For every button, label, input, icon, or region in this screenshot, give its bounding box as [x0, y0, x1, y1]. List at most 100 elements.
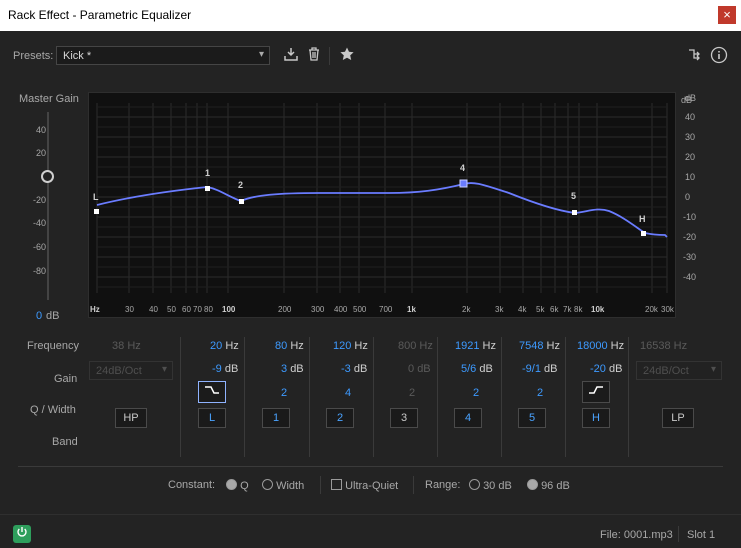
db-axis-tick: -20	[683, 232, 697, 242]
band-marker-2-handle	[239, 199, 244, 204]
band-marker-2[interactable]: 2	[238, 180, 243, 190]
l-band-button[interactable]: L	[198, 408, 226, 428]
band3-q-value[interactable]: 2	[409, 387, 415, 399]
l-frequency-unit: Hz	[225, 340, 239, 352]
close-button[interactable]: ×	[718, 6, 736, 24]
band5-gain[interactable]: -9/1 dB	[522, 363, 558, 375]
band-marker-l[interactable]: L	[93, 192, 99, 202]
band1-q-value[interactable]: 2	[281, 387, 287, 399]
hz-axis-label: 400	[334, 305, 348, 314]
hz-axis-label: 70	[193, 305, 202, 314]
band4-gain[interactable]: 5/6 dB	[461, 363, 493, 375]
constant-width-radio[interactable]: Width	[262, 479, 304, 492]
band1-gain-unit: dB	[290, 363, 304, 375]
power-button[interactable]	[13, 525, 31, 543]
band3-frequency-unit: Hz	[419, 340, 433, 352]
lp-band-button[interactable]: LP	[662, 408, 694, 428]
divider	[18, 466, 723, 467]
divider	[329, 47, 330, 65]
band5-q-value[interactable]: 2	[537, 387, 543, 399]
db-axis-unit: dB	[685, 93, 697, 103]
band-marker-1[interactable]: 1	[205, 168, 210, 178]
chevron-down-icon: ▾	[161, 364, 167, 375]
band1-frequency-value: 80	[275, 340, 288, 352]
band5-frequency[interactable]: 7548 Hz	[519, 340, 560, 352]
band-divider	[309, 337, 310, 457]
band2-gain[interactable]: -3 dB	[341, 363, 367, 375]
band-divider	[180, 337, 181, 457]
download-icon[interactable]	[282, 46, 300, 64]
star-icon[interactable]	[338, 46, 356, 64]
master-gain-value[interactable]: 0	[36, 310, 42, 322]
range-96db-radio[interactable]: 96 dB	[527, 479, 570, 492]
qwidth-row-label: Q / Width	[30, 404, 76, 416]
band3-gain[interactable]: 0 dB	[408, 363, 431, 375]
band4-q-value[interactable]: 2	[473, 387, 479, 399]
presets-dropdown[interactable]: Kick * ▾	[56, 46, 270, 65]
band-marker-5[interactable]: 5	[571, 191, 576, 201]
band-divider	[373, 337, 374, 457]
db-axis-tick: 30	[685, 132, 696, 142]
h-gain[interactable]: -20 dB	[590, 363, 622, 375]
range-label: Range:	[425, 479, 461, 491]
hz-axis-label: 30	[125, 305, 134, 314]
range-30db-radio[interactable]: 30 dB	[469, 479, 512, 492]
band-divider	[501, 337, 502, 457]
band2-q-value[interactable]: 4	[345, 387, 351, 399]
band1-frequency-unit: Hz	[290, 340, 304, 352]
trash-icon[interactable]	[305, 46, 323, 64]
band-divider	[628, 337, 629, 457]
band4-button[interactable]: 4	[454, 408, 482, 428]
hz-axis-label: 3k	[495, 305, 504, 314]
band-marker-4[interactable]: 4	[460, 163, 465, 173]
hp-band-button[interactable]: HP	[115, 408, 147, 428]
band1-frequency[interactable]: 80 Hz	[275, 340, 304, 352]
h-band-button[interactable]: H	[582, 408, 610, 428]
hz-axis-label: Hz	[90, 305, 100, 314]
low-shelf-filter-button[interactable]	[198, 381, 226, 403]
master-gain-knob[interactable]	[41, 170, 54, 183]
h-gain-value: -20	[590, 363, 606, 375]
info-icon[interactable]	[710, 46, 728, 64]
h-frequency[interactable]: 18000 Hz	[577, 340, 624, 352]
lp-frequency[interactable]: 16538 Hz	[640, 340, 687, 352]
l-gain-unit: dB	[224, 363, 239, 375]
hz-axis-label: 6k	[550, 305, 559, 314]
band4-gain-value: 5/6	[461, 363, 477, 375]
band1-gain[interactable]: 3 dB	[281, 363, 304, 375]
divider	[678, 526, 679, 542]
band2-button[interactable]: 2	[326, 408, 354, 428]
low-shelf-icon	[205, 386, 219, 394]
constant-q-radio[interactable]: Q	[226, 479, 249, 492]
l-frequency-value: 20	[210, 340, 223, 352]
routing-icon[interactable]	[686, 46, 704, 64]
l-gain[interactable]: -9 dB	[212, 363, 238, 375]
hp-slope-dropdown[interactable]: 24dB/Oct ▾	[89, 361, 173, 380]
band-marker-h[interactable]: H	[639, 214, 646, 224]
divider	[413, 476, 414, 494]
radio-unselected-icon	[262, 479, 273, 490]
band3-frequency[interactable]: 800 Hz	[398, 340, 433, 352]
db-axis-tick: 40	[685, 112, 696, 122]
band3-frequency-value: 800	[398, 340, 417, 352]
eq-graph[interactable]: L 1 2 4 5 H dB	[88, 92, 692, 318]
radio-selected-icon	[226, 479, 237, 490]
hz-axis-label: 8k	[574, 305, 583, 314]
constant-q-label: Q	[240, 480, 249, 492]
band-marker-1-handle	[205, 186, 210, 191]
band2-gain-value: -3	[341, 363, 351, 375]
lp-frequency-value: 16538	[640, 340, 671, 352]
band2-frequency[interactable]: 120 Hz	[333, 340, 368, 352]
band1-button[interactable]: 1	[262, 408, 290, 428]
band4-frequency[interactable]: 1921 Hz	[455, 340, 496, 352]
lp-slope-dropdown[interactable]: 24dB/Oct ▾	[636, 361, 722, 380]
band-divider	[565, 337, 566, 457]
hp-frequency[interactable]: 38 Hz	[112, 340, 141, 352]
band3-button[interactable]: 3	[390, 408, 418, 428]
hz-axis-label: 700	[379, 305, 393, 314]
high-shelf-filter-button[interactable]	[582, 381, 610, 403]
band5-button[interactable]: 5	[518, 408, 546, 428]
l-frequency[interactable]: 20 Hz	[210, 340, 239, 352]
hz-axis-label: 80	[204, 305, 213, 314]
ultra-quiet-checkbox[interactable]: Ultra-Quiet	[331, 479, 398, 492]
